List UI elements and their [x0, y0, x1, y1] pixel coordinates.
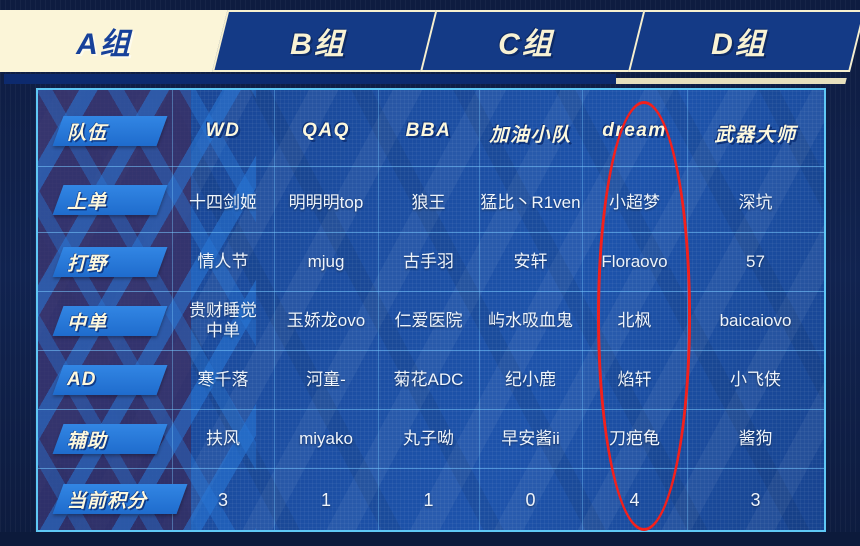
row-label-ad: AD [52, 365, 168, 395]
panel-edge-right [824, 88, 826, 532]
row-label-points: 当前积分 [52, 484, 188, 514]
screenshot-root: A组 B组 C组 D组 队伍 上单 打野 中单 AD 辅助 当前积分 WD QA… [0, 0, 860, 546]
cell-points-qaq: 1 [320, 490, 331, 510]
team-header-bba: BBA [405, 120, 452, 141]
cell-ad-bba: 菊花ADC [393, 370, 464, 389]
row-label-jungle-text: 打野 [67, 253, 108, 275]
cell-top-bba: 狼王 [411, 193, 446, 212]
grid-line-h [36, 166, 826, 167]
tab-group-d-label: D组 [711, 28, 767, 61]
cell-mid-bba: 仁爱医院 [394, 311, 463, 330]
tab-group-a-label: A组 [76, 28, 132, 61]
row-label-jungle: 打野 [52, 247, 168, 277]
row-label-support-text: 辅助 [67, 430, 108, 452]
cell-points-dream: 4 [629, 490, 640, 510]
tab-group-b[interactable]: B组 [212, 10, 440, 72]
cell-ad-dream: 焰轩 [617, 370, 652, 389]
row-label-ad-text: AD [67, 369, 97, 390]
bottom-strip [0, 532, 860, 546]
team-header-jiayouxiaodui: 加油小队 [489, 125, 572, 146]
cell-support-jiayouxiaodui: 早安酱ii [501, 429, 560, 448]
grid-line-h [36, 232, 826, 233]
cell-jungle-jiayouxiaodui: 安轩 [513, 252, 548, 271]
cell-points-bba: 1 [423, 490, 434, 510]
grid-line-h [36, 409, 826, 410]
grid-line-h [36, 468, 826, 469]
cell-mid-jiayouxiaodui: 屿水吸血鬼 [488, 311, 573, 330]
grid-line-h [36, 350, 826, 351]
cell-top-jiayouxiaodui: 猛比丶R1ven [480, 193, 581, 212]
cell-jungle-dream: Floraovo [601, 252, 668, 271]
cell-ad-wd: 寒千落 [197, 370, 249, 389]
roster-table-panel: 队伍 上单 打野 中单 AD 辅助 当前积分 WD QAQ BBA 加油小队 d… [36, 88, 826, 532]
cell-ad-wuqidashi: 小飞侠 [730, 370, 781, 389]
cell-top-wuqidashi: 深坑 [738, 193, 773, 212]
cell-jungle-qaq: mjug [307, 252, 345, 271]
cell-support-wuqidashi: 酱狗 [738, 429, 773, 448]
row-label-top-text: 上单 [67, 191, 108, 213]
cell-mid-dream: 北枫 [617, 311, 652, 330]
row-label-mid: 中单 [52, 306, 168, 336]
cell-mid-wuqidashi: baicaiovo [719, 311, 792, 330]
cell-mid-wd: 贵财睡觉 中单 [189, 301, 257, 340]
cell-mid-qaq: 玉娇龙ovo [286, 311, 366, 330]
cell-ad-jiayouxiaodui: 纪小鹿 [505, 370, 556, 389]
tab-group-a[interactable]: A组 [0, 10, 244, 72]
team-header-wd: WD [205, 120, 241, 141]
cell-support-dream: 刀疤龟 [609, 429, 660, 448]
panel-edge-left [36, 88, 38, 532]
tab-group-b-label: B组 [290, 28, 346, 61]
cell-jungle-bba: 古手羽 [403, 252, 454, 271]
cell-support-bba: 丸子呦 [403, 429, 454, 448]
cell-top-dream: 小超梦 [609, 193, 660, 212]
cell-top-wd: 十四剑姬 [189, 193, 257, 212]
tab-bar-shadow [4, 74, 616, 84]
row-label-team: 队伍 [52, 116, 168, 146]
team-header-dream: dream [602, 120, 667, 141]
tab-group-c-label: C组 [498, 28, 554, 61]
cell-jungle-wuqidashi: 57 [746, 252, 765, 271]
cell-support-qaq: miyako [299, 429, 353, 448]
row-label-top: 上单 [52, 185, 168, 215]
row-label-points-text: 当前积分 [67, 490, 148, 512]
cell-points-wd: 3 [217, 490, 228, 510]
cell-support-wd: 扶风 [206, 429, 240, 448]
row-label-team-text: 队伍 [67, 122, 108, 144]
cell-top-qaq: 明明明top [288, 193, 364, 212]
tab-group-d[interactable]: D组 [628, 10, 860, 72]
cell-points-wuqidashi: 3 [750, 490, 761, 510]
tab-group-c[interactable]: C组 [420, 10, 648, 72]
team-header-qaq: QAQ [302, 120, 350, 141]
cell-points-jiayouxiaodui: 0 [525, 490, 536, 510]
row-label-mid-text: 中单 [67, 312, 108, 334]
row-label-support: 辅助 [52, 424, 168, 454]
cell-ad-qaq: 河童- [306, 370, 346, 389]
grid-line-h [36, 291, 826, 292]
cell-jungle-wd: 情人节 [197, 252, 249, 271]
group-tab-bar: A组 B组 C组 D组 [0, 8, 860, 84]
team-header-wuqidashi: 武器大师 [714, 125, 797, 146]
panel-edge-top [36, 88, 826, 90]
